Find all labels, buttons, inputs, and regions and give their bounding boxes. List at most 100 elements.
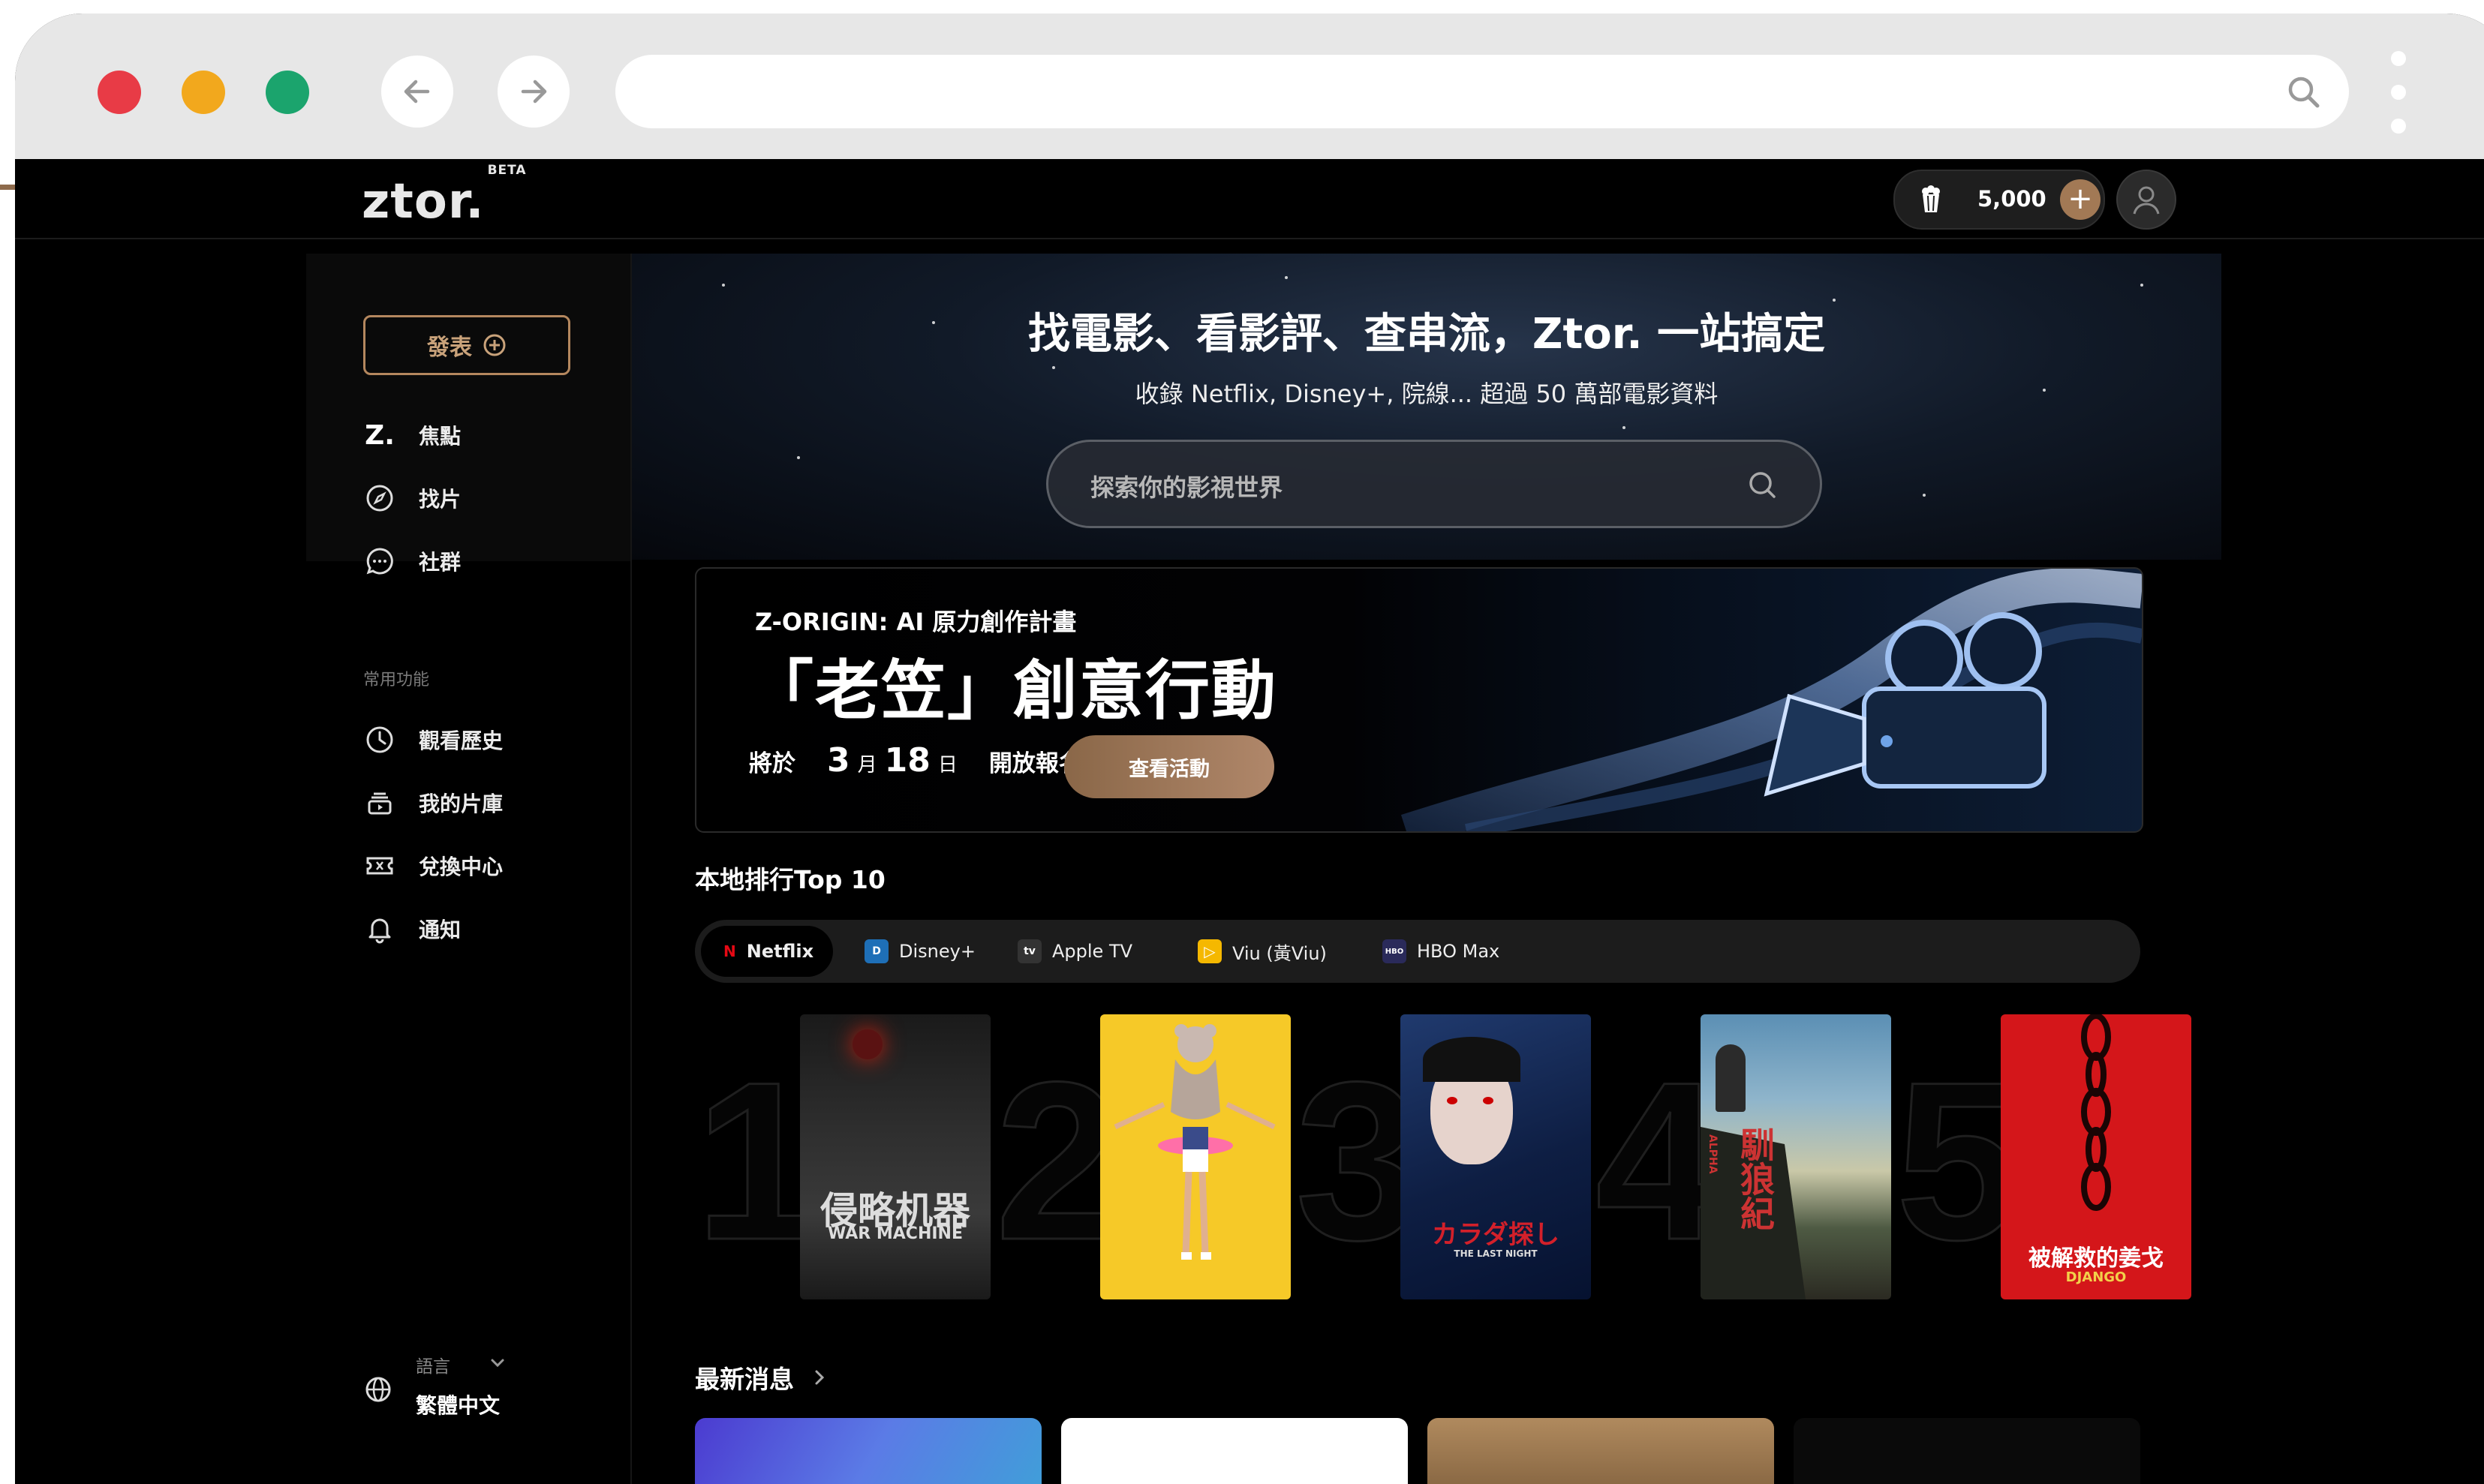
rank-item-5[interactable]: 5 被解救的姜戈 DJANGO: [1895, 1014, 2196, 1299]
beta-badge: BETA: [487, 162, 527, 178]
tab-label: HBO Max: [1417, 941, 1500, 962]
poster-subtitle: WAR MACHINE: [827, 1224, 963, 1243]
arrow-left-icon: [404, 80, 430, 104]
hero-section: 找電影、看影評、查串流，Ztor. 一站搞定 收錄 Netflix, Disne…: [632, 254, 2221, 560]
top-bar: ztor.BETA 5,000 +: [15, 159, 2484, 239]
news-card[interactable]: [1427, 1418, 1774, 1484]
post-button-label: 發表: [427, 335, 472, 361]
ztor-z-icon: Z.: [365, 419, 395, 451]
tab-viu[interactable]: ▷ Viu (黃Viu): [1175, 926, 1349, 977]
chevron-right-icon: [815, 1370, 825, 1385]
hero-subtitle: 收錄 Netflix, Disney+, 院線... 超過 50 萬部電影資料: [1135, 380, 1719, 408]
tab-label: Netflix: [746, 941, 814, 962]
library-icon: [363, 786, 396, 819]
ticket-icon: [363, 849, 396, 882]
viu-icon: ▷: [1198, 939, 1222, 963]
avatar[interactable]: [2116, 170, 2176, 230]
search-icon[interactable]: [2284, 73, 2323, 112]
tab-disney[interactable]: D Disney+: [842, 926, 998, 977]
news-card[interactable]: [1794, 1418, 2140, 1484]
apple-tv-icon: tv: [1018, 939, 1042, 963]
plus-circle-icon: [483, 334, 506, 356]
address-bar[interactable]: [615, 55, 2349, 128]
sidebar-item-label: 兌換中心: [419, 855, 504, 879]
news-section-title[interactable]: 最新消息: [695, 1359, 829, 1395]
movie-poster[interactable]: [1100, 1014, 1291, 1299]
poster-subtitle: ALPHA: [1707, 1134, 1719, 1174]
tab-label: Viu (黃Viu): [1232, 942, 1327, 964]
poster-title: カラダ探し: [1432, 1220, 1559, 1250]
add-coins-button[interactable]: +: [2060, 179, 2101, 220]
sidebar-item-find[interactable]: 找片: [363, 476, 461, 521]
coin-balance[interactable]: 5,000 +: [1893, 170, 2105, 230]
forward-button[interactable]: [498, 56, 570, 128]
bell-icon: [363, 912, 396, 945]
hero-title: 找電影、看影評、查串流，Ztor. 一站搞定: [1027, 310, 1826, 359]
poster-subtitle: THE LAST NIGHT: [1454, 1248, 1538, 1259]
user-icon: [2133, 186, 2160, 215]
poster-subtitle: DJANGO: [2065, 1269, 2127, 1285]
rank-item-4[interactable]: 4 馴狼紀 ALPHA: [1595, 1014, 1896, 1299]
movie-poster[interactable]: 侵略机器 WAR MACHINE: [800, 1014, 991, 1299]
movie-poster[interactable]: カラダ探し THE LAST NIGHT: [1400, 1014, 1591, 1299]
popcorn-icon: [1922, 185, 1940, 212]
banner-title: 「老笠」創意行動: [749, 653, 1277, 728]
app-root: ztor.BETA 5,000 + 發表 Z. 焦點 找片 社群 常用功能 觀看…: [15, 159, 2484, 1484]
browser-window: ztor.BETA 5,000 + 發表 Z. 焦點 找片 社群 常用功能 觀看…: [15, 14, 2484, 1484]
event-banner[interactable]: Z-ORIGIN: AI 原力創作計畫 「老笠」創意行動 將於 3月 18 日 開…: [695, 567, 2143, 833]
search-placeholder: 探索你的影視世界: [1090, 473, 1283, 502]
sidebar-item-label: 焦點: [419, 424, 462, 449]
movie-poster[interactable]: 被解救的姜戈 DJANGO: [2001, 1014, 2191, 1299]
poster-figure: [1114, 1024, 1276, 1260]
sidebar-item-label: 社群: [419, 550, 462, 575]
sidebar-item-library[interactable]: 我的片庫: [363, 780, 503, 825]
back-button[interactable]: [381, 56, 453, 128]
sidebar-item-focus[interactable]: Z. 焦點: [363, 413, 461, 458]
post-button[interactable]: 發表: [363, 315, 570, 375]
minimize-window-button[interactable]: [182, 71, 225, 114]
chevron-down-icon: [491, 1359, 504, 1368]
news-card[interactable]: [1061, 1418, 1408, 1484]
sidebar-item-label: 觀看歷史: [419, 728, 504, 753]
movie-poster[interactable]: 馴狼紀 ALPHA: [1701, 1014, 1891, 1299]
rankings-title: 本地排行Top 10: [695, 865, 886, 894]
clock-icon: [363, 723, 396, 756]
poster-title: 馴狼紀: [1735, 1127, 1776, 1230]
rank-item-1[interactable]: 1 侵略机器 WAR MACHINE: [694, 1014, 995, 1299]
sidebar-item-label: 通知: [419, 918, 462, 942]
hbo-max-icon: HBO: [1382, 939, 1406, 963]
banner-label: Z-ORIGIN: AI 原力創作計畫: [755, 608, 1077, 636]
rank-item-3[interactable]: 3 カラダ探し THE LAST NIGHT: [1295, 1014, 1595, 1299]
platform-tabs: N Netflix D Disney+ tv Apple TV ▷ Viu (黃…: [695, 920, 2140, 983]
search-icon[interactable]: [1746, 469, 1779, 502]
section-label-common: 常用功能: [363, 671, 430, 689]
film-camera-icon: [1400, 569, 2142, 831]
rank-item-2[interactable]: 2: [994, 1014, 1295, 1299]
sidebar-item-label: 找片: [419, 487, 462, 512]
tab-label: Disney+: [899, 941, 976, 962]
ztor-logo[interactable]: ztor.BETA: [362, 163, 527, 230]
chat-bubble-icon: [363, 545, 396, 578]
search-input[interactable]: 探索你的影視世界: [1046, 440, 1822, 528]
tab-hbo-max[interactable]: HBO HBO Max: [1360, 926, 1522, 977]
maximize-window-button[interactable]: [266, 71, 309, 114]
view-event-button[interactable]: 查看活動: [1064, 735, 1274, 798]
language-value: 繁體中文: [416, 1393, 501, 1418]
sidebar-panel: [306, 254, 630, 561]
browser-chrome: [15, 14, 2484, 159]
news-card[interactable]: [695, 1418, 1042, 1484]
sidebar-item-community[interactable]: 社群: [363, 539, 461, 584]
sidebar-item-label: 我的片庫: [419, 792, 504, 816]
banner-date: 將於 3月 18 日 開放報名: [749, 741, 1082, 780]
tab-netflix[interactable]: N Netflix: [701, 926, 833, 977]
sidebar-item-notifications[interactable]: 通知: [363, 906, 461, 951]
tab-apple-tv[interactable]: tv Apple TV: [995, 926, 1155, 977]
sidebar-item-redeem[interactable]: 兌換中心: [363, 843, 503, 888]
sidebar-item-history[interactable]: 觀看歷史: [363, 717, 503, 762]
coin-amount: 5,000: [1977, 186, 2046, 212]
poster-title: 被解救的姜戈: [2028, 1245, 2164, 1272]
disney-icon: D: [865, 939, 889, 963]
netflix-icon: N: [723, 939, 736, 963]
browser-menu-icon[interactable]: [2389, 51, 2407, 134]
close-window-button[interactable]: [98, 71, 141, 114]
